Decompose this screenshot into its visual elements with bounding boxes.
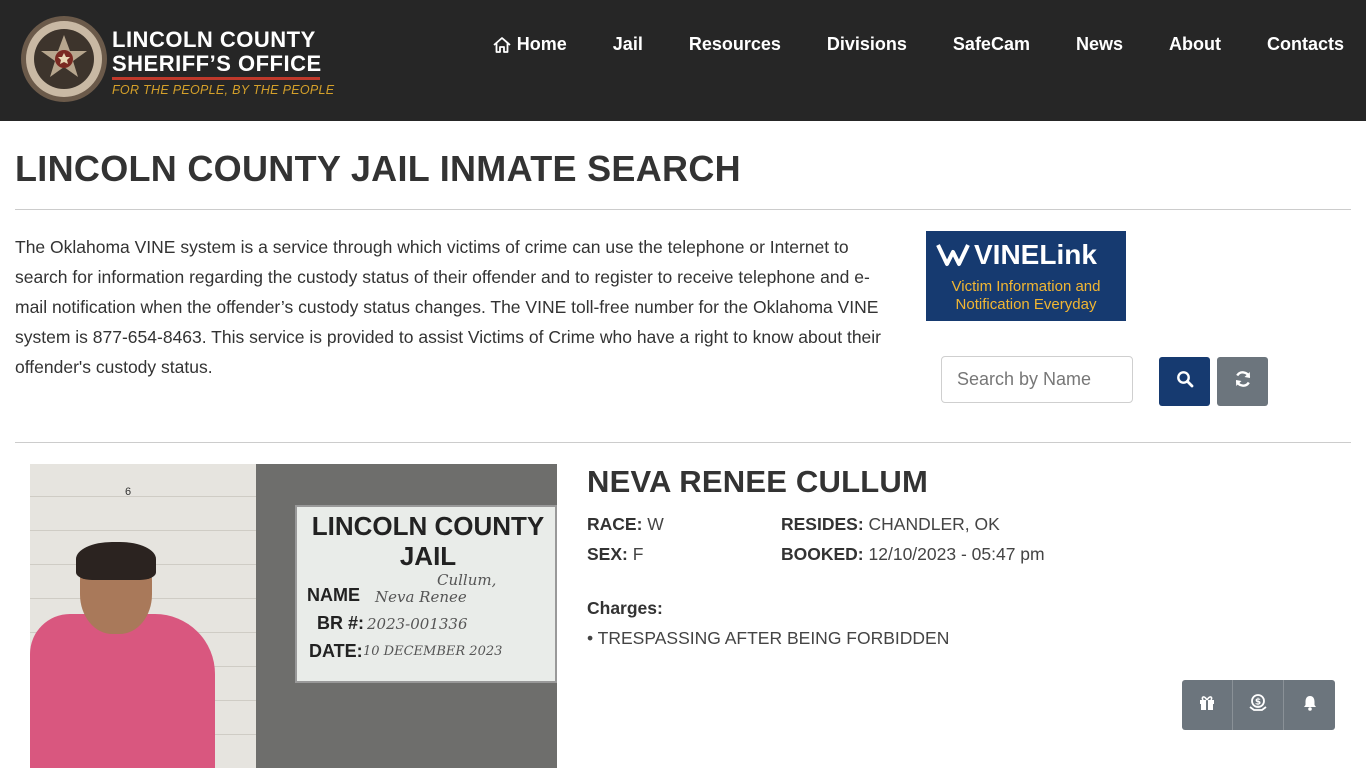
placard-name-hand-1: Cullum,: [437, 571, 497, 589]
search-button[interactable]: [1159, 357, 1210, 406]
nav-contacts[interactable]: Contacts: [1267, 34, 1344, 55]
refresh-button[interactable]: [1217, 357, 1268, 406]
gift-button[interactable]: [1182, 680, 1233, 730]
vinelink-subtitle-1: Victim Information and: [951, 278, 1101, 295]
race-label: RACE:: [587, 514, 643, 534]
floating-action-bar: $: [1182, 680, 1335, 730]
inmate-booked: BOOKED: 12/10/2023 - 05:47 pm: [781, 544, 1045, 565]
charges-label: Charges:: [587, 598, 663, 618]
inmate-mugshot[interactable]: 6 LINCOLN COUNTY JAIL Cullum, NAME Neva …: [30, 464, 557, 768]
placard-date-label: DATE:: [309, 641, 363, 661]
placard-title-1: LINCOLN COUNTY: [311, 511, 545, 541]
charge-item: • TRESPASSING AFTER BEING FORBIDDEN: [587, 628, 950, 648]
inmate-sex: SEX: F: [587, 544, 643, 565]
search-by-name-input[interactable]: [941, 356, 1133, 403]
inmate-figure: [30, 614, 215, 768]
site-logo-text[interactable]: LINCOLN COUNTY SHERIFF’S OFFICE FOR THE …: [112, 28, 334, 97]
nav-about[interactable]: About: [1169, 34, 1221, 55]
nav-jail[interactable]: Jail: [613, 34, 643, 55]
nav-news[interactable]: News: [1076, 34, 1123, 55]
nav-home-label: Home: [516, 34, 567, 54]
vinelink-subtitle-2: Notification Everyday: [955, 296, 1097, 313]
gift-icon: [1198, 694, 1216, 717]
vinelink-logo: VINELink: [936, 239, 1097, 271]
race-value: W: [647, 514, 664, 534]
sex-value: F: [632, 544, 644, 564]
logo-tagline: FOR THE PEOPLE, BY THE PEOPLE: [112, 83, 335, 97]
placard-br-hand: 2023-001336: [367, 615, 468, 633]
refresh-icon: [1233, 369, 1253, 394]
resides-value: CHANDLER, OK: [868, 514, 1000, 534]
placard-name-label: NAME: [307, 585, 360, 605]
logo-line1: LINCOLN COUNTY: [112, 27, 316, 52]
money-icon: $: [1248, 693, 1268, 718]
resides-label: RESIDES:: [781, 514, 864, 534]
page-title: LINCOLN COUNTY JAIL INMATE SEARCH: [15, 148, 741, 189]
inmate-hair: [76, 542, 156, 580]
bell-icon: [1301, 694, 1319, 717]
placard-title-2: JAIL: [399, 541, 457, 571]
nav-safecam[interactable]: SafeCam: [953, 34, 1030, 55]
inmate-resides: RESIDES: CHANDLER, OK: [781, 514, 1000, 535]
nav-home[interactable]: Home: [492, 34, 567, 55]
height-marker: 6: [125, 486, 132, 498]
placard-name-hand-2: Neva Renee: [375, 588, 467, 606]
sheriff-badge-logo[interactable]: [20, 15, 108, 103]
booked-value: 12/10/2023 - 05:47 pm: [868, 544, 1045, 564]
booked-label: BOOKED:: [781, 544, 864, 564]
search-icon: [1176, 370, 1194, 393]
home-icon: [492, 35, 512, 55]
main-nav: Home Jail Resources Divisions SafeCam Ne…: [492, 34, 1344, 55]
site-header: LINCOLN COUNTY SHERIFF’S OFFICE FOR THE …: [0, 0, 1366, 121]
placard-br-label: BR #:: [317, 613, 365, 633]
logo-line2: SHERIFF’S OFFICE: [112, 51, 322, 76]
nav-divisions[interactable]: Divisions: [827, 34, 907, 55]
nav-resources[interactable]: Resources: [689, 34, 781, 55]
divider: [15, 442, 1351, 443]
commissary-button[interactable]: $: [1233, 680, 1284, 730]
placard-date-hand: 10 DECEMBER 2023: [363, 644, 503, 659]
booking-placard: LINCOLN COUNTY JAIL Cullum, NAME Neva Re…: [295, 505, 557, 683]
vinelink-banner[interactable]: VINELink Victim Information and Notifica…: [926, 231, 1126, 321]
logo-divider: [112, 77, 320, 80]
vine-intro-text: The Oklahoma VINE system is a service th…: [15, 237, 881, 377]
vinelink-wordmark: VINELink: [974, 239, 1097, 270]
sex-label: SEX:: [587, 544, 628, 564]
notifications-button[interactable]: [1284, 680, 1335, 730]
inmate-race: RACE: W: [587, 514, 664, 535]
inmate-name: NEVA RENEE CULLUM: [587, 464, 928, 499]
vine-mark-icon: [936, 242, 970, 268]
svg-text:$: $: [1255, 697, 1261, 707]
divider: [15, 209, 1351, 210]
